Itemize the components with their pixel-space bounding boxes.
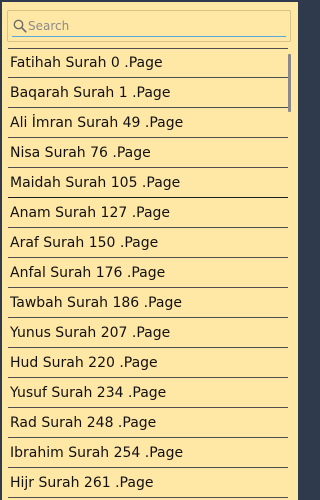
list-item-anam[interactable]: Anam Surah 127 .Page [8, 198, 288, 228]
list-item-label: Baqarah Surah 1 .Page [10, 84, 171, 101]
list-item-baqarah[interactable]: Baqarah Surah 1 .Page [8, 78, 288, 108]
search-underline [12, 36, 286, 37]
surah-list[interactable]: Fatihah Surah 0 .Page Baqarah Surah 1 .P… [8, 48, 288, 500]
list-item-araf[interactable]: Araf Surah 150 .Page [8, 228, 288, 258]
list-item-label: Hud Surah 220 .Page [10, 354, 158, 371]
search-bar[interactable] [7, 10, 291, 42]
list-item-maidah[interactable]: Maidah Surah 105 .Page [8, 168, 288, 198]
list-item-rad[interactable]: Rad Surah 248 .Page [8, 408, 288, 438]
list-item-label: Yunus Surah 207 .Page [10, 324, 171, 341]
surah-index-screen: Fatihah Surah 0 .Page Baqarah Surah 1 .P… [2, 2, 298, 500]
list-item-label: Tawbah Surah 186 .Page [10, 294, 182, 311]
list-item-nisa[interactable]: Nisa Surah 76 .Page [8, 138, 288, 168]
list-item-ibrahim[interactable]: Ibrahim Surah 254 .Page [8, 438, 288, 468]
list-item-label: Maidah Surah 105 .Page [10, 174, 181, 191]
list-scrollbar[interactable] [288, 54, 291, 112]
list-item-label: Rad Surah 248 .Page [10, 414, 157, 431]
list-item-hijr[interactable]: Hijr Surah 261 .Page [8, 468, 288, 498]
list-item-label: Anam Surah 127 .Page [10, 204, 171, 221]
list-item-yunus[interactable]: Yunus Surah 207 .Page [8, 318, 288, 348]
list-item-label: Yusuf Surah 234 .Page [10, 384, 167, 401]
list-item-fatihah[interactable]: Fatihah Surah 0 .Page [8, 48, 288, 78]
list-item-tawbah[interactable]: Tawbah Surah 186 .Page [8, 288, 288, 318]
list-item-label: Ibrahim Surah 254 .Page [10, 444, 184, 461]
search-icon [13, 19, 27, 33]
list-item-label: Araf Surah 150 .Page [10, 234, 159, 251]
list-item-label: Nisa Surah 76 .Page [10, 144, 151, 161]
list-item-label: Ali İmran Surah 49 .Page [10, 114, 184, 131]
list-item-hud[interactable]: Hud Surah 220 .Page [8, 348, 288, 378]
list-item-label: Fatihah Surah 0 .Page [10, 55, 163, 71]
list-item-label: Anfal Surah 176 .Page [10, 264, 166, 281]
search-input[interactable] [28, 16, 283, 36]
list-item-anfal[interactable]: Anfal Surah 176 .Page [8, 258, 288, 288]
list-item-ali-imran[interactable]: Ali İmran Surah 49 .Page [8, 108, 288, 138]
list-item-label: Hijr Surah 261 .Page [10, 474, 154, 491]
list-item-yusuf[interactable]: Yusuf Surah 234 .Page [8, 378, 288, 408]
